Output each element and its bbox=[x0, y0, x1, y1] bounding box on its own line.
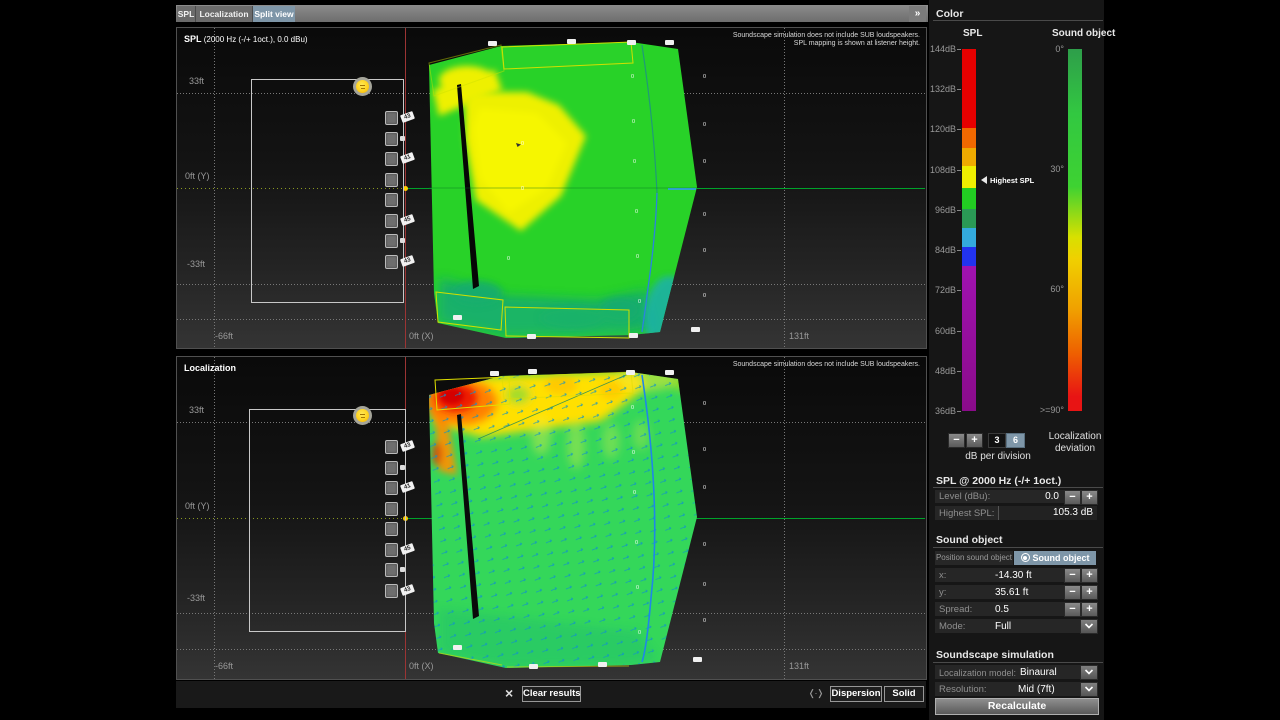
svg-text:0: 0 bbox=[631, 74, 634, 80]
svg-text:0: 0 bbox=[703, 293, 706, 299]
svg-text:0: 0 bbox=[703, 159, 706, 165]
svg-text:0: 0 bbox=[703, 74, 706, 80]
svg-text:0: 0 bbox=[636, 254, 639, 260]
svg-text:0: 0 bbox=[638, 630, 641, 636]
svg-text:0: 0 bbox=[703, 447, 706, 453]
svg-text:0: 0 bbox=[507, 256, 510, 262]
svg-text:0: 0 bbox=[633, 490, 636, 496]
svg-text:0: 0 bbox=[703, 582, 706, 588]
svg-text:0: 0 bbox=[635, 209, 638, 215]
svg-text:0: 0 bbox=[703, 485, 706, 491]
svg-text:0: 0 bbox=[703, 542, 706, 548]
svg-text:0: 0 bbox=[703, 122, 706, 128]
svg-text:0: 0 bbox=[703, 248, 706, 254]
svg-text:0: 0 bbox=[703, 401, 706, 407]
svg-text:0: 0 bbox=[633, 159, 636, 165]
svg-text:0: 0 bbox=[631, 405, 634, 411]
svg-text:0: 0 bbox=[703, 212, 706, 218]
svg-text:0: 0 bbox=[703, 618, 706, 624]
svg-text:0: 0 bbox=[521, 141, 524, 147]
svg-text:0: 0 bbox=[635, 540, 638, 546]
svg-text:0: 0 bbox=[521, 186, 524, 192]
svg-text:0: 0 bbox=[632, 119, 635, 125]
svg-text:0: 0 bbox=[636, 585, 639, 591]
svg-text:0: 0 bbox=[632, 450, 635, 456]
svg-text:0: 0 bbox=[638, 299, 641, 305]
